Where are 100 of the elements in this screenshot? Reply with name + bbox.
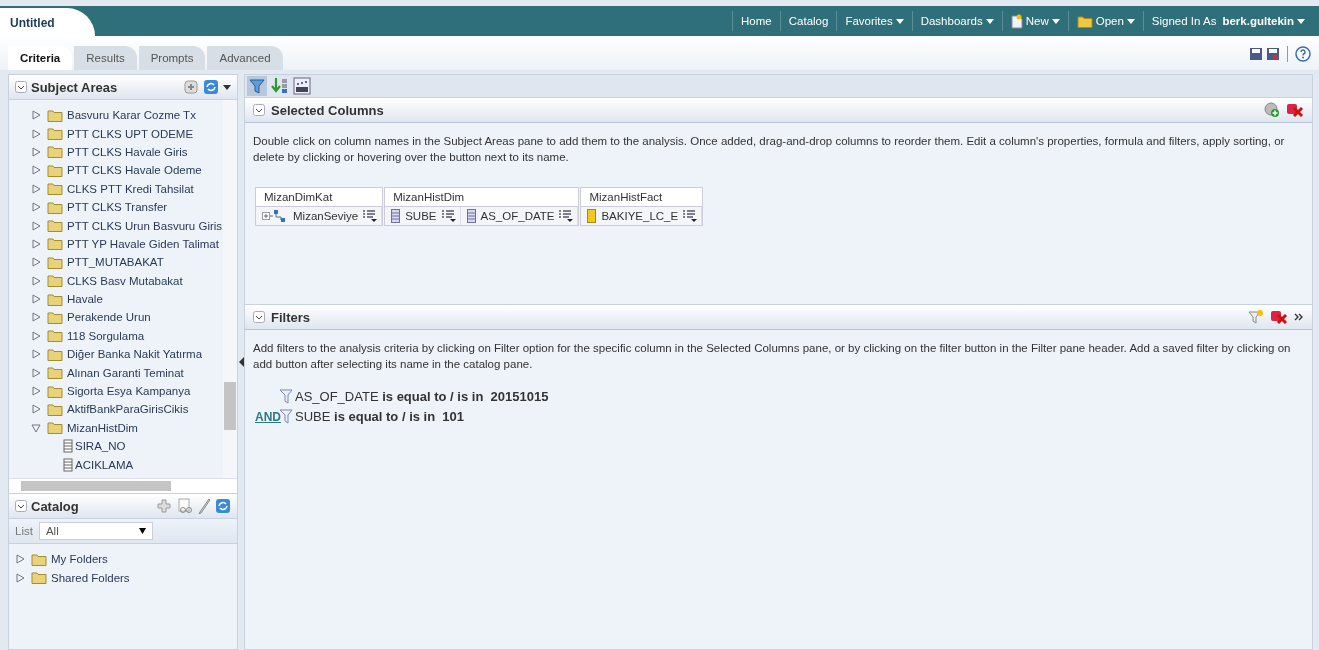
tree-item[interactable]: Havale: [67, 293, 103, 306]
list-dropdown[interactable]: All: [38, 522, 153, 540]
tab[interactable]: Prompts: [138, 46, 206, 70]
collapse-icon[interactable]: [253, 311, 265, 323]
tree-item[interactable]: CLKS Basv Mutabakat: [67, 274, 183, 287]
collapse-icon[interactable]: [253, 104, 265, 116]
folder-icon: [1076, 14, 1093, 28]
folder-icon: [31, 552, 47, 566]
tab[interactable]: Results: [74, 46, 137, 70]
caret-icon: [1051, 18, 1060, 24]
measure-icon: [587, 209, 597, 223]
delete-icon[interactable]: [1270, 309, 1288, 325]
menu-dropdown[interactable]: Favorites: [837, 6, 912, 36]
tree-item[interactable]: PTT CLKS Urun Basvuru Giris: [67, 219, 223, 232]
tree-item[interactable]: PTT CLKS Transfer: [67, 201, 168, 214]
save-icon[interactable]: [1249, 47, 1263, 61]
column-menu-icon[interactable]: [441, 210, 456, 222]
document-tab[interactable]: Untitled: [0, 8, 95, 36]
tree-item[interactable]: Sigorta Esya Kampanya: [67, 385, 191, 398]
tree-item[interactable]: Diğer Banka Nakit Yatırma: [67, 348, 203, 361]
chart-icon[interactable]: [293, 77, 311, 95]
tree-item[interactable]: PTT CLKS Havale Giris: [67, 145, 188, 158]
tree-item[interactable]: SIRA_NO: [75, 440, 126, 453]
refresh-icon[interactable]: [215, 498, 231, 514]
expand-triangle-icon[interactable]: [31, 386, 41, 397]
filter-condition[interactable]: AS_OF_DATE is equal to / is in 20151015: [295, 388, 549, 404]
folder-icon: [47, 200, 63, 214]
help-icon[interactable]: [1295, 46, 1311, 62]
column-menu-icon[interactable]: [683, 210, 698, 222]
expand-triangle-icon[interactable]: [31, 110, 41, 121]
collapse-triangle-icon[interactable]: [31, 422, 41, 433]
expand-triangle-icon[interactable]: [31, 349, 41, 360]
collapse-icon[interactable]: [15, 81, 27, 93]
expand-triangle-icon[interactable]: [31, 202, 41, 213]
expand-triangle-icon[interactable]: [31, 275, 41, 286]
more-icon[interactable]: [1294, 312, 1304, 322]
menu-link[interactable]: Catalog: [780, 6, 837, 36]
expand-triangle-icon[interactable]: [31, 183, 41, 194]
tree-item[interactable]: Perakende Urun: [67, 311, 151, 324]
tree-item[interactable]: MizanHistDim: [67, 421, 138, 434]
column-chip[interactable]: SUBE: [385, 207, 461, 225]
expand-triangle-icon[interactable]: [31, 404, 41, 415]
tree-item[interactable]: Alınan Garanti Teminat: [67, 366, 184, 379]
expand-triangle-icon[interactable]: [15, 554, 25, 565]
menu-dropdown[interactable]: New: [1002, 6, 1068, 36]
tab[interactable]: Criteria: [8, 46, 73, 70]
save-as-icon[interactable]: [1266, 47, 1280, 61]
add-filter-icon[interactable]: [1248, 309, 1264, 325]
filter-condition[interactable]: SUBE is equal to / is in 101: [295, 408, 465, 424]
menu-dropdown[interactable]: Open: [1068, 6, 1143, 36]
scrollbar[interactable]: [9, 478, 237, 493]
tree-item[interactable]: My Folders: [51, 553, 108, 566]
tree-item[interactable]: PTT CLKS UPT ODEME: [67, 127, 194, 140]
expand-triangle-icon[interactable]: [31, 220, 41, 231]
expand-triangle-icon[interactable]: [31, 128, 41, 139]
add-icon[interactable]: [183, 79, 199, 95]
add-icon[interactable]: [157, 498, 173, 514]
collapse-icon[interactable]: [15, 500, 27, 512]
expand-triangle-icon[interactable]: [31, 367, 41, 378]
scrollbar[interactable]: [223, 100, 237, 478]
tree-item[interactable]: 118 Sorgulama: [67, 329, 145, 342]
menu-dropdown[interactable]: Dashboards: [912, 6, 1002, 36]
column-icon: [391, 209, 401, 223]
connector-link[interactable]: AND: [255, 409, 281, 424]
tree-item[interactable]: CLKS PTT Kredi Tahsilat: [67, 182, 194, 195]
expand-triangle-icon[interactable]: [31, 238, 41, 249]
add-icon[interactable]: [1264, 102, 1280, 118]
column-menu-icon[interactable]: [559, 210, 574, 222]
expand-triangle-icon[interactable]: [31, 330, 41, 341]
tree-item[interactable]: Shared Folders: [51, 571, 130, 584]
glasses-icon[interactable]: [177, 498, 193, 514]
user-menu[interactable]: Signed In As berk.gultekin: [1143, 6, 1313, 36]
pencil-icon[interactable]: [197, 498, 211, 514]
tree-item[interactable]: PTT YP Havale Giden Talimat: [67, 237, 219, 250]
tree-item[interactable]: Basvuru Karar Cozme Tx: [67, 109, 196, 122]
menu-link[interactable]: Home: [733, 6, 780, 36]
column-chip[interactable]: AS_OF_DATE: [460, 207, 579, 225]
tree-item[interactable]: AktifBankParaGirisCikis: [67, 403, 189, 416]
sort-icon[interactable]: [271, 77, 289, 95]
tab[interactable]: Advanced: [207, 46, 283, 70]
expand-triangle-icon[interactable]: [31, 312, 41, 323]
refresh-icon[interactable]: [203, 79, 219, 95]
expand-triangle-icon[interactable]: [31, 146, 41, 157]
folder-icon: [47, 421, 63, 435]
delete-icon[interactable]: [1286, 102, 1304, 118]
expand-triangle-icon[interactable]: [31, 294, 41, 305]
folder-icon: [47, 163, 63, 177]
expand-triangle-icon[interactable]: [31, 257, 41, 268]
filter-icon[interactable]: [247, 76, 267, 96]
column-menu-icon[interactable]: [363, 210, 378, 222]
tree-item[interactable]: PTT CLKS Havale Odeme: [67, 164, 202, 177]
folder-icon: [47, 182, 63, 196]
tree-item[interactable]: PTT_MUTABAKAT: [67, 256, 164, 269]
expand-triangle-icon[interactable]: [31, 165, 41, 176]
expand-triangle-icon[interactable]: [15, 572, 25, 583]
tree-item[interactable]: ACIKLAMA: [75, 458, 134, 471]
column-chip[interactable]: BAKIYE_LC_E: [581, 207, 703, 225]
column-chip[interactable]: MizanSeviye: [256, 207, 383, 225]
folder-icon: [47, 384, 63, 398]
caret-icon[interactable]: [223, 84, 231, 90]
